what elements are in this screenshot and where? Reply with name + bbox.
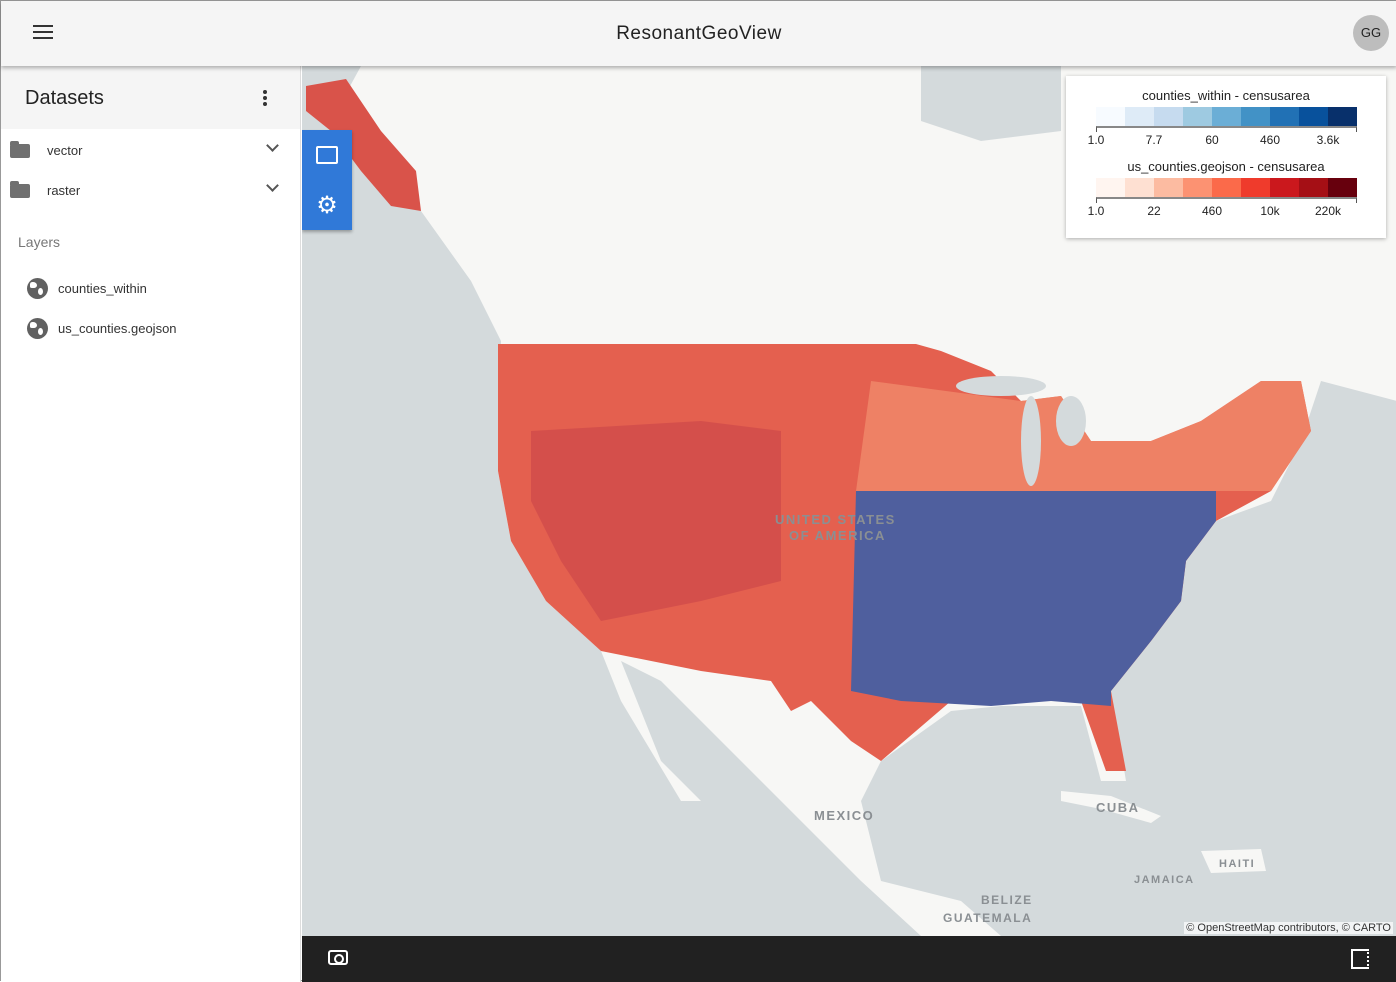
- legend-title: us_counties.geojson - censusarea: [1127, 159, 1325, 174]
- app-bar: ResonantGeoView GG: [1, 1, 1396, 66]
- legend-axis: [1096, 197, 1357, 203]
- split-view-icon[interactable]: [1351, 949, 1369, 969]
- ramp-swatch: [1183, 178, 1212, 197]
- datasets-title: Datasets: [25, 87, 104, 109]
- user-avatar[interactable]: GG: [1353, 15, 1389, 51]
- app-title: ResonantGeoView: [616, 23, 782, 44]
- ramp-swatch: [1241, 107, 1270, 126]
- ramp-swatch: [1299, 178, 1328, 197]
- ramp-swatch: [1328, 178, 1357, 197]
- map-legend: counties_within - censusarea 1.0 7.7 60 460…: [1066, 76, 1386, 238]
- counties-within-blue: [851, 491, 1216, 706]
- map-attribution[interactable]: © OpenStreetMap contributors, © CARTO: [1184, 922, 1393, 934]
- ramp-swatch: [1270, 178, 1299, 197]
- ramp-swatch: [1183, 107, 1212, 126]
- ramp-swatch: [1241, 178, 1270, 197]
- layer-label: counties_within: [58, 281, 147, 296]
- layer-item-us-counties[interactable]: us_counties.geojson: [1, 311, 301, 347]
- lake-michigan: [1021, 396, 1041, 486]
- map-view[interactable]: UNITED STATES OF AMERICA MEXICO CUBA HAI…: [302, 66, 1396, 936]
- legend-tick-label: 10k: [1260, 204, 1280, 218]
- folder-icon: [10, 141, 30, 158]
- ramp-swatch: [1328, 107, 1357, 126]
- map-tools: ⚙: [302, 130, 352, 230]
- legend-tick-label: 7.7: [1145, 133, 1163, 147]
- color-ramp-blue: [1096, 107, 1357, 126]
- layer-label: us_counties.geojson: [58, 321, 177, 336]
- legend-tick-label: 460: [1201, 204, 1223, 218]
- legend-tick-label: 3.6k: [1316, 133, 1340, 147]
- ramp-swatch: [1212, 107, 1241, 126]
- lake-superior: [956, 376, 1046, 396]
- label-guatemala: GUATEMALA: [943, 911, 1033, 925]
- ramp-swatch: [1270, 107, 1299, 126]
- camera-icon[interactable]: [328, 950, 348, 965]
- legend-tick-label: 22: [1147, 204, 1161, 218]
- label-usa: OF AMERICA: [789, 528, 886, 543]
- lake-huron: [1056, 396, 1086, 446]
- label-belize: BELIZE: [981, 893, 1033, 907]
- settings-gears-icon[interactable]: ⚙: [302, 180, 352, 230]
- ramp-swatch: [1125, 107, 1154, 126]
- ramp-swatch: [1212, 178, 1241, 197]
- label-jamaica: JAMAICA: [1134, 874, 1195, 886]
- globe-icon: [27, 278, 48, 299]
- ramp-swatch: [1096, 107, 1125, 126]
- ramp-swatch: [1154, 178, 1183, 197]
- more-options-icon[interactable]: [263, 90, 269, 108]
- legend-tick-label: 60: [1205, 133, 1219, 147]
- folder-label: vector: [47, 143, 83, 158]
- bottom-toolbar: [302, 936, 1396, 982]
- layers-heading: Layers: [18, 234, 61, 250]
- legend-tick-label: 1.0: [1087, 204, 1105, 218]
- color-ramp-red: [1096, 178, 1357, 197]
- legend-title: counties_within - censusarea: [1142, 88, 1310, 103]
- legend-axis: [1096, 126, 1357, 132]
- globe-icon: [27, 318, 48, 339]
- fit-bounds-icon[interactable]: [302, 130, 352, 180]
- label-haiti: HAITI: [1219, 858, 1256, 870]
- folder-vector[interactable]: vector: [1, 129, 300, 169]
- legend-tick-label: 220k: [1314, 204, 1342, 218]
- folder-raster[interactable]: raster: [1, 169, 300, 209]
- ramp-swatch: [1299, 107, 1328, 126]
- datasets-header: Datasets: [1, 66, 300, 129]
- layer-item-counties-within[interactable]: counties_within: [1, 271, 301, 307]
- folder-label: raster: [47, 183, 81, 198]
- ramp-swatch: [1096, 178, 1125, 197]
- legend-tick-label: 1.0: [1087, 133, 1105, 147]
- label-usa: UNITED STATES: [775, 512, 896, 527]
- chevron-down-icon[interactable]: [266, 139, 279, 152]
- folder-icon: [10, 181, 30, 198]
- ramp-swatch: [1154, 107, 1183, 126]
- chevron-down-icon[interactable]: [266, 179, 279, 192]
- ramp-swatch: [1125, 178, 1154, 197]
- sidebar: Datasets vector raster Layers counties_w…: [1, 66, 301, 982]
- legend-tick-label: 460: [1259, 133, 1281, 147]
- label-mexico: MEXICO: [814, 808, 875, 823]
- label-cuba: CUBA: [1096, 800, 1140, 815]
